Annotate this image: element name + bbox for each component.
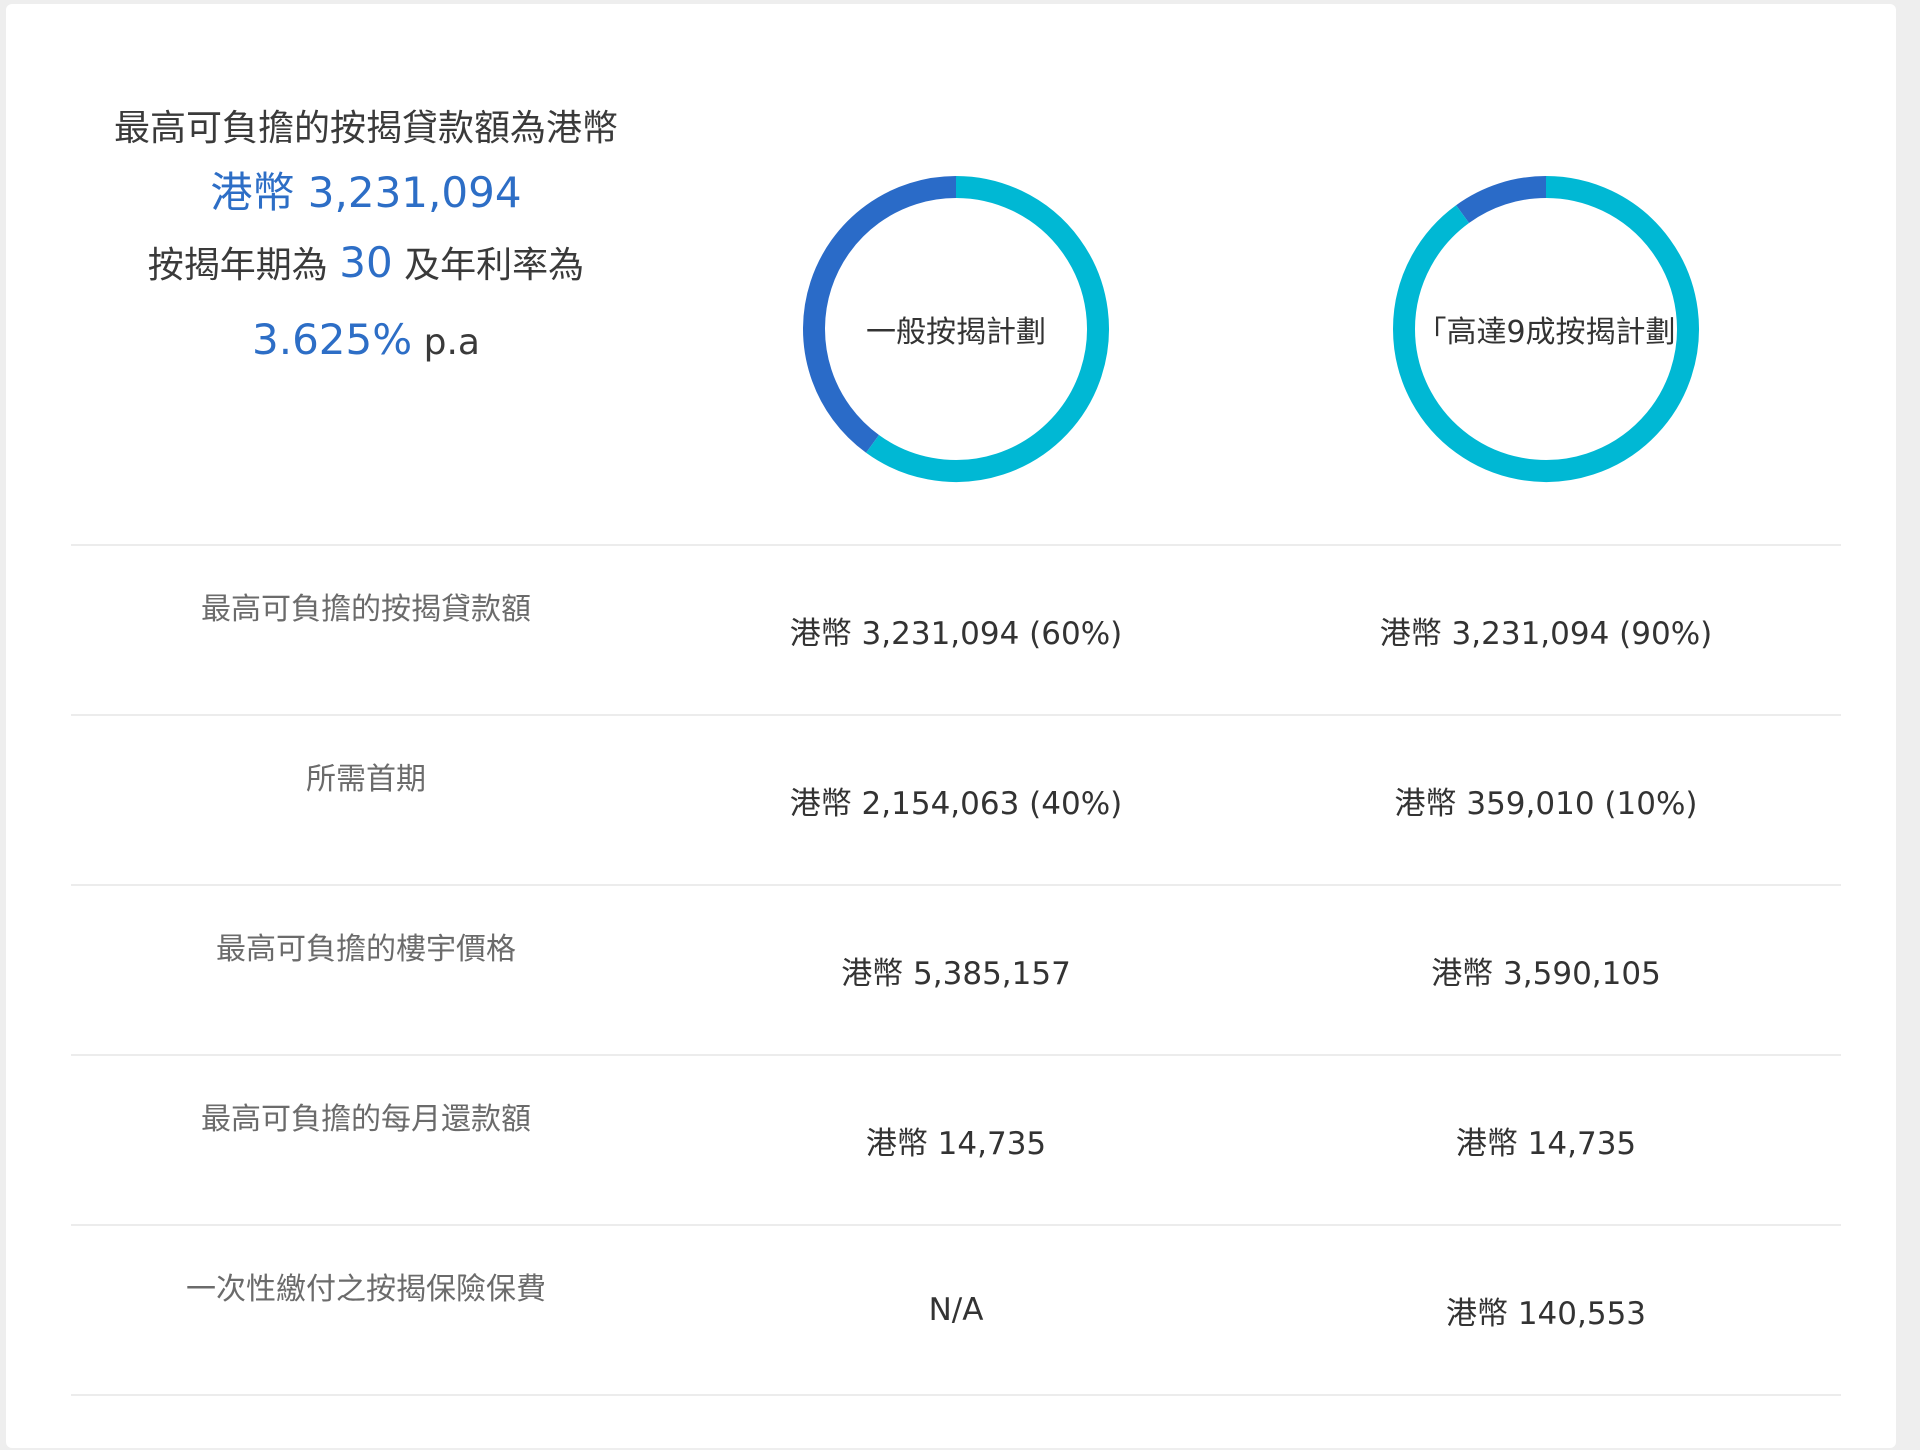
table-row: 最高可負擔的按揭貸款額 港幣 3,231,094 (60%) 港幣 3,231,…: [71, 544, 1841, 714]
rate-value: 3.625%: [252, 315, 413, 364]
tenor-value: 30: [339, 238, 393, 287]
donut-chart-standard: 一般按揭計劃: [801, 174, 1111, 484]
rate-suffix: p.a: [423, 322, 480, 363]
donut-chart-90pct: 「高達9成按揭計劃: [1391, 174, 1701, 484]
row-label: 最高可負擔的樓宇價格: [216, 932, 516, 967]
table-row: 最高可負擔的每月還款額 港幣 14,735 港幣 14,735: [71, 1054, 1841, 1224]
plan-a-value: 港幣 14,735: [865, 1125, 1047, 1162]
summary-heading: 最高可負擔的按揭貸款額為港幣: [113, 108, 618, 149]
summary-panel: 最高可負擔的按揭貸款額為港幣 港幣 3,231,094 按揭年期為 30 及年利…: [71, 99, 661, 381]
plan-a-value: 港幣 3,231,094 (60%): [789, 615, 1123, 652]
row-label: 最高可負擔的每月還款額: [201, 1102, 531, 1137]
tenor-line: 按揭年期為 30 及年利率為: [71, 227, 661, 302]
tenor-prefix: 按揭年期為: [147, 245, 328, 286]
tenor-suffix: 及年利率為: [404, 245, 585, 286]
row-label: 所需首期: [306, 762, 426, 797]
max-loan-amount: 港幣 3,231,094: [210, 168, 522, 217]
plan-b-value: 港幣 359,010 (10%): [1394, 785, 1698, 822]
row-label: 最高可負擔的按揭貸款額: [201, 592, 531, 627]
table-row: 一次性繳付之按揭保險保費 N/A 港幣 140,553: [71, 1224, 1841, 1396]
plan-a-value: N/A: [928, 1292, 984, 1328]
plan-b-value: 港幣 3,590,105: [1431, 955, 1661, 992]
row-label: 一次性繳付之按揭保險保費: [186, 1272, 546, 1307]
plan-a-value: 港幣 2,154,063 (40%): [789, 785, 1123, 822]
plan-b-value: 港幣 14,735: [1455, 1125, 1637, 1162]
donut-label-standard: 一般按揭計劃: [866, 315, 1046, 350]
rate-line: 3.625% p.a: [71, 302, 661, 381]
donut-label-90pct: 「高達9成按揭計劃: [1416, 315, 1676, 350]
result-card: 最高可負擔的按揭貸款額為港幣 港幣 3,231,094 按揭年期為 30 及年利…: [6, 4, 1896, 1448]
table-row: 最高可負擔的樓宇價格 港幣 5,385,157 港幣 3,590,105: [71, 884, 1841, 1054]
plan-a-value: 港幣 5,385,157: [841, 955, 1071, 992]
table-row: 所需首期 港幣 2,154,063 (40%) 港幣 359,010 (10%): [71, 714, 1841, 884]
comparison-table: 最高可負擔的按揭貸款額 港幣 3,231,094 (60%) 港幣 3,231,…: [71, 544, 1841, 1396]
plan-b-value: 港幣 3,231,094 (90%): [1379, 615, 1713, 652]
plan-b-value: 港幣 140,553: [1445, 1295, 1647, 1332]
